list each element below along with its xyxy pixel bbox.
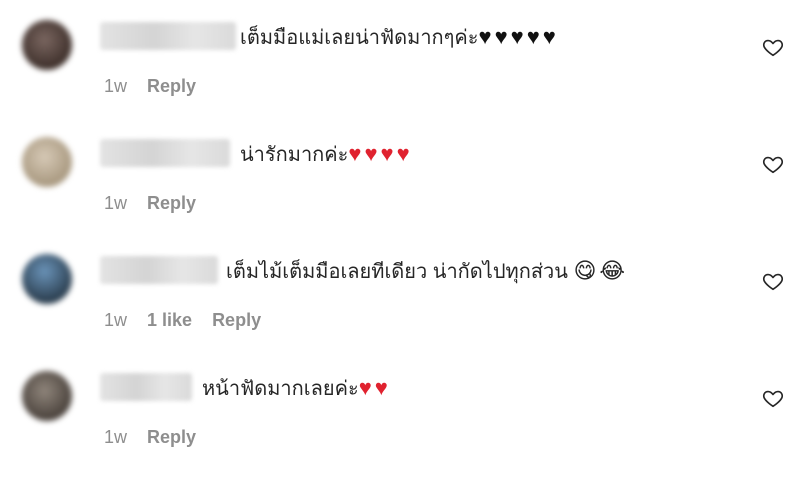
comment-item: blurred_user_2 น่ารักมากค่ะ♥♥♥♥ 1w Reply: [0, 117, 800, 234]
like-heart-icon[interactable]: [762, 387, 784, 409]
avatar[interactable]: [22, 371, 72, 421]
emoji: ♥♥♥♥♥: [478, 24, 559, 49]
comment-body: เต็มมือแม่เลยน่าฟัดมากๆค่ะ: [240, 27, 479, 49]
comment-meta: 1w 1 like Reply: [104, 310, 261, 331]
comment-text: น่ารักมากค่ะ♥♥♥♥: [240, 141, 413, 168]
like-count[interactable]: 1 like: [147, 310, 192, 331]
username[interactable]: blurred_user_2: [100, 139, 230, 167]
avatar[interactable]: [22, 20, 72, 70]
reply-button[interactable]: Reply: [147, 427, 196, 448]
avatar[interactable]: [22, 254, 72, 304]
reply-button[interactable]: Reply: [212, 310, 261, 331]
timestamp[interactable]: 1w: [104, 310, 127, 331]
comment-item: blurred_user_1 เต็มมือแม่เลยน่าฟัดมากๆค่…: [0, 0, 800, 117]
reply-button[interactable]: Reply: [147, 76, 196, 97]
comment-text: เต็มมือแม่เลยน่าฟัดมากๆค่ะ♥♥♥♥♥: [240, 24, 559, 51]
emoji: ♥♥: [358, 375, 391, 400]
comment-item: blurred_user_4 หน้าฟัดมากเลยค่ะ♥♥ 1w Rep…: [0, 351, 800, 468]
like-heart-icon[interactable]: [762, 153, 784, 175]
like-heart-icon[interactable]: [762, 36, 784, 58]
comment-body: น่ารักมากค่ะ: [240, 144, 349, 166]
timestamp[interactable]: 1w: [104, 76, 127, 97]
comment-body: หน้าฟัดมากเลยค่ะ: [202, 378, 359, 400]
comment-text: หน้าฟัดมากเลยค่ะ♥♥: [202, 375, 391, 402]
comment-meta: 1w Reply: [104, 427, 196, 448]
comment-item: blurred_user_3 เต็มไม้เต็มมือเลยทีเดียว …: [0, 234, 800, 351]
username[interactable]: blurred_user_1: [100, 22, 236, 50]
username[interactable]: blurred_user_3: [100, 256, 218, 284]
username[interactable]: blurred_user_4: [100, 373, 192, 401]
like-heart-icon[interactable]: [762, 270, 784, 292]
comment-body: เต็มไม้เต็มมือเลยทีเดียว น่ากัดไปทุกส่วน: [226, 261, 568, 283]
comment-meta: 1w Reply: [104, 76, 196, 97]
timestamp[interactable]: 1w: [104, 427, 127, 448]
avatar[interactable]: [22, 137, 72, 187]
comment-text: เต็มไม้เต็มมือเลยทีเดียว น่ากัดไปทุกส่วน…: [226, 258, 628, 285]
reply-button[interactable]: Reply: [147, 193, 196, 214]
emoji: ♥♥♥♥: [348, 141, 413, 166]
emoji: 😋😂: [573, 258, 629, 283]
timestamp[interactable]: 1w: [104, 193, 127, 214]
comment-meta: 1w Reply: [104, 193, 196, 214]
